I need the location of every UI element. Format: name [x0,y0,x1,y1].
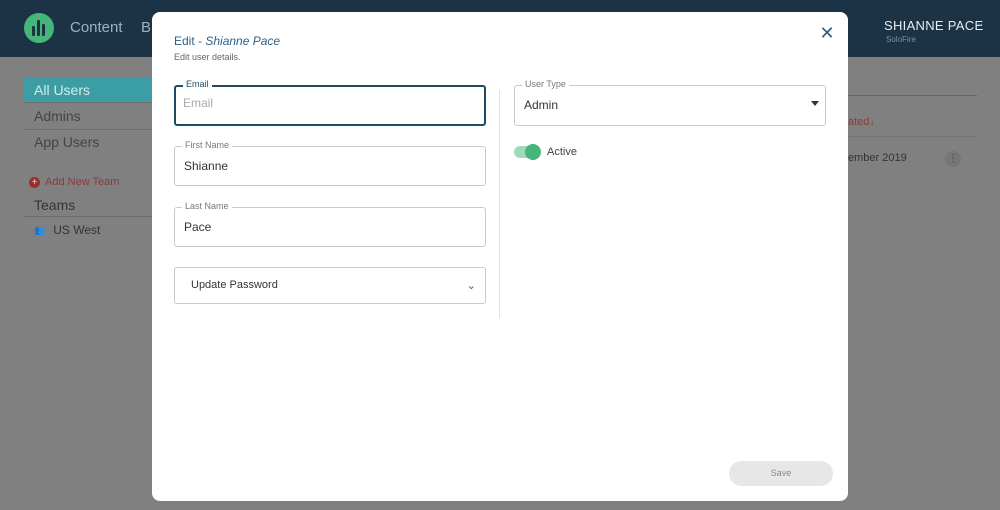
add-new-team-label: Add New Team [45,176,120,188]
more-options-icon[interactable]: ⋮ [945,151,961,167]
last-name-label: Last Name [182,201,232,211]
edit-user-modal: Edit - Shianne Pace Edit user details. ✕… [152,12,848,501]
table-divider [848,95,977,96]
chevron-down-icon[interactable]: ⌄ [976,18,984,29]
user-organization: SoloFire [886,35,916,44]
save-button[interactable]: Save [729,461,833,486]
teams-heading: Teams [34,197,76,213]
email-field[interactable]: Email [174,79,486,126]
modal-title: Edit - Shianne Pace [174,34,281,48]
user-type-value: Admin [524,98,559,112]
sidebar-item-app-users[interactable]: App Users [23,130,152,154]
last-name-value: Pace [184,220,212,234]
update-password-label: Update Password [191,279,278,291]
sort-arrow-icon: ↓ [869,116,875,128]
first-name-value: Shianne [184,159,229,173]
modal-subtitle: Edit user details. [174,52,241,62]
user-menu-name[interactable]: SHIANNE PACE [884,18,983,33]
add-new-team-button[interactable]: + Add New Team [29,176,119,188]
dropdown-arrow-icon [811,101,819,106]
toggle-knob [525,144,541,160]
email-input[interactable] [183,96,463,110]
first-name-label: First Name [182,140,233,150]
team-users-icon: 👥 [34,224,46,235]
sidebar-item-admins[interactable]: Admins [23,104,152,128]
email-label: Email [183,79,212,89]
close-icon[interactable]: ✕ [816,22,838,44]
table-column-date-created[interactable]: ated↓ [848,116,875,128]
table-divider [848,136,977,137]
chevron-down-icon: ⌄ [466,280,476,292]
nav-next-link[interactable]: B [141,19,151,36]
user-type-label: User Type [522,79,569,89]
last-name-field[interactable]: Last Name Pace [174,201,486,247]
sidebar-divider [23,102,152,103]
active-label: Active [547,146,577,158]
sidebar-item-all-users[interactable]: All Users [23,78,152,102]
column-divider [499,90,500,318]
modal-title-user-name: Shianne Pace [205,34,281,48]
plus-circle-icon: + [29,176,40,188]
app-logo-icon[interactable] [24,13,54,43]
sidebar-item-team-us-west[interactable]: 👥 US West [34,223,100,237]
table-cell-date: ember 2019 [848,152,907,164]
first-name-field[interactable]: First Name Shianne [174,140,486,186]
user-type-select[interactable]: User Type Admin [514,79,826,126]
team-label: US West [53,223,101,237]
sidebar-divider [23,216,152,217]
sidebar: All Users Admins App Users + Add New Tea… [0,57,152,510]
active-toggle[interactable] [514,144,541,160]
nav-content-link[interactable]: Content [70,19,123,36]
update-password-accordion[interactable]: Update Password ⌄ [174,267,486,304]
